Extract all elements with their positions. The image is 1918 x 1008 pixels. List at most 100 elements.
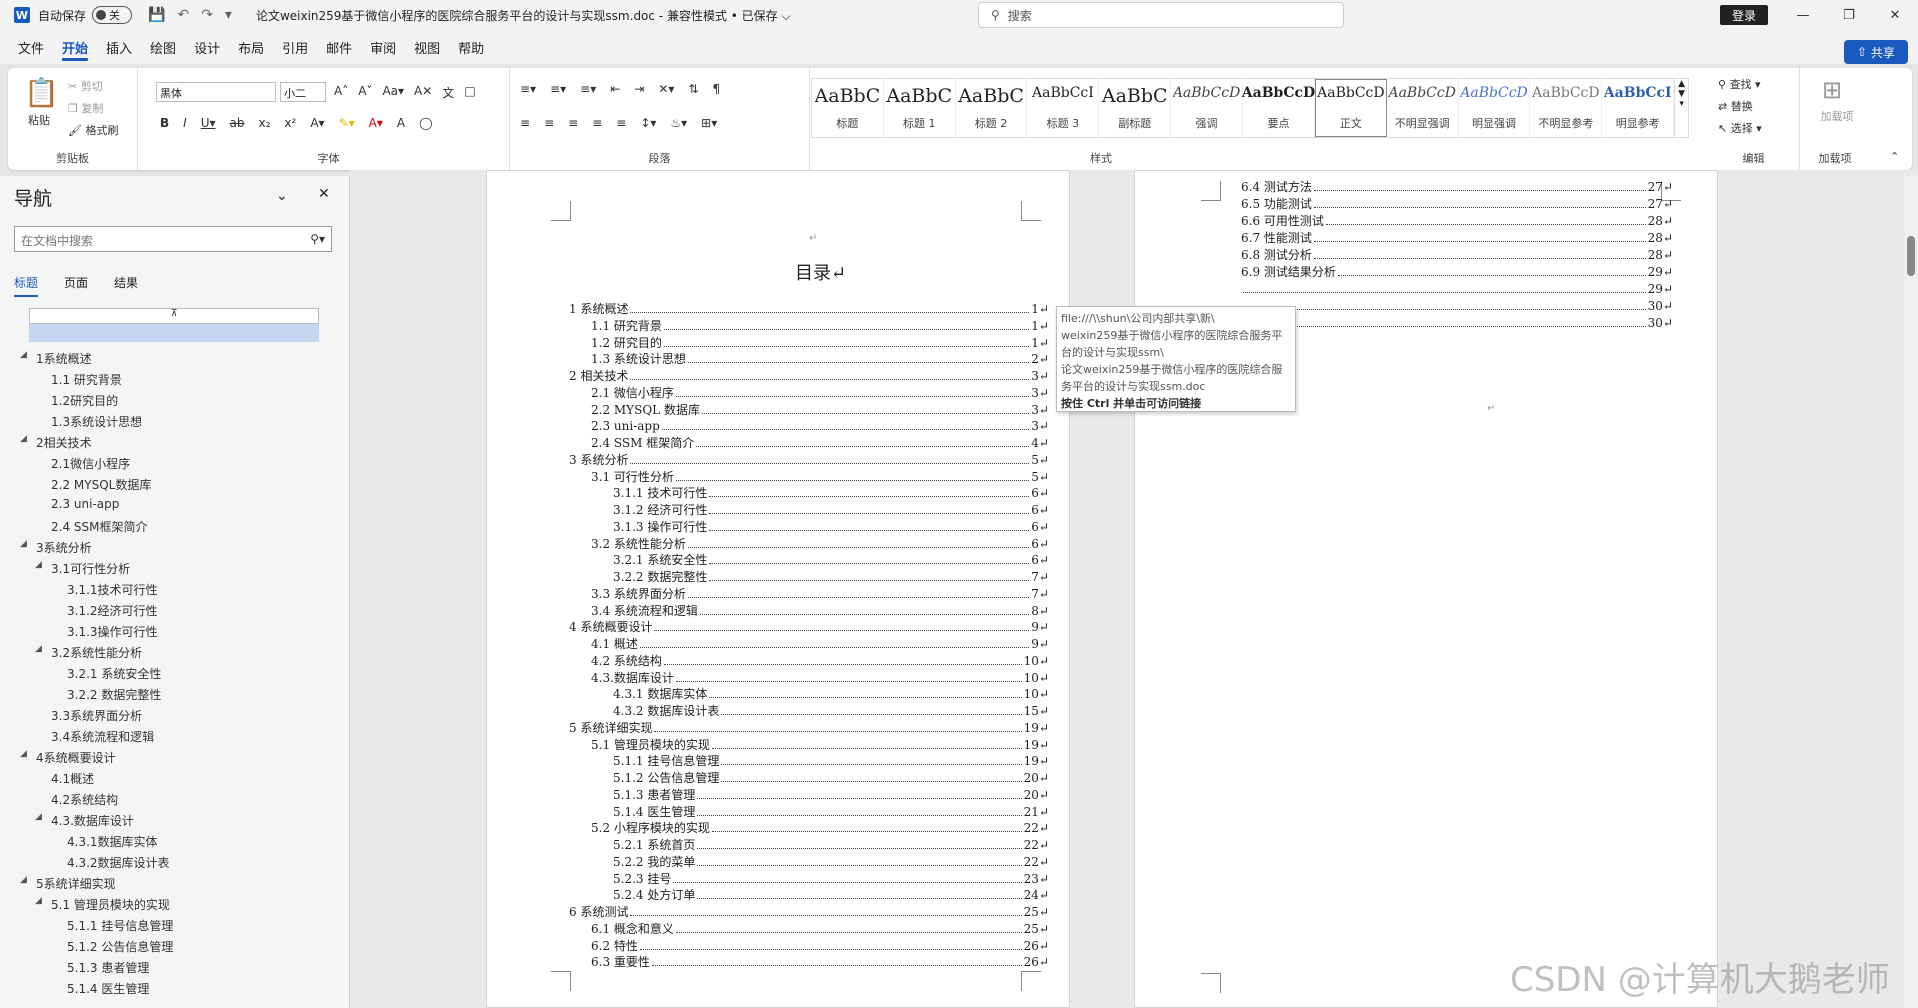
toc-entry[interactable]: 5.2.4 处方订单 24↵ — [613, 887, 1049, 903]
expand-caret-icon[interactable]: ◢ — [20, 875, 27, 885]
enclose-char-icon[interactable]: ◯ — [419, 116, 432, 130]
toc-entry[interactable]: 5 系统详细实现 19↵ — [569, 720, 1049, 736]
undo-icon[interactable]: ↶ — [177, 7, 189, 23]
chinese-layout-icon[interactable]: ✕▾ — [658, 82, 674, 96]
nav-heading-item[interactable]: 2.4 SSM框架简介 — [51, 518, 148, 535]
toc-entry[interactable]: 3.1.3 操作可行性 6↵ — [613, 519, 1049, 535]
toc-entry[interactable]: 4.1 概述 9↵ — [591, 636, 1049, 652]
toc-entry[interactable]: 3.4 系统流程和逻辑 8↵ — [591, 603, 1049, 619]
select-button[interactable]: ↖ 选择 ▾ — [1718, 120, 1762, 136]
justify-icon[interactable]: ≡ — [592, 116, 602, 130]
toc-entry[interactable]: 6.5 功能测试 27↵ — [1241, 196, 1673, 212]
nav-heading-item[interactable]: ◢ 3系统分析 — [20, 539, 92, 556]
vertical-scrollbar[interactable] — [1904, 176, 1918, 1008]
copy-button[interactable]: ❐ 复制 — [68, 100, 103, 116]
nav-heading-item[interactable]: 2.3 uni-app — [51, 497, 119, 511]
nav-heading-item[interactable]: 3.1.2经济可行性 — [67, 602, 158, 619]
multilevel-list-icon[interactable]: ≡▾ — [580, 82, 596, 96]
clear-format-icon[interactable]: A✕ — [414, 84, 432, 101]
font-color-icon[interactable]: A▾ — [369, 116, 383, 130]
toc-entry[interactable]: 6.1 概念和意义 25↵ — [591, 921, 1049, 937]
nav-heading-item[interactable]: ◢ 4.3.数据库设计 — [35, 812, 134, 829]
char-shading-icon[interactable]: A — [397, 116, 405, 130]
superscript-icon[interactable]: x² — [284, 116, 296, 130]
login-button[interactable]: 登录 — [1720, 5, 1768, 25]
toc-entry[interactable]: 5.2.1 系统首页 22↵ — [613, 837, 1049, 853]
toc-entry[interactable]: 4.3.2 数据库设计表 15↵ — [613, 703, 1049, 719]
align-center-icon[interactable]: ≡ — [544, 116, 554, 130]
toc-entry[interactable]: 1.3 系统设计思想 2↵ — [591, 351, 1049, 367]
style-heading-2[interactable]: AaBbC 标题 2 — [956, 79, 1028, 137]
restore-icon[interactable]: ❐ — [1826, 0, 1872, 30]
nav-heading-item[interactable]: 2.1微信小程序 — [51, 455, 130, 472]
text-effects-icon[interactable]: A▾ — [310, 116, 324, 130]
nav-heading-item[interactable]: 4.1概述 — [51, 770, 94, 787]
nav-collapse-icon[interactable]: ⊼ — [29, 308, 319, 324]
highlight-icon[interactable]: ✎▾ — [339, 116, 355, 130]
replace-button[interactable]: ⇄ 替换 — [1718, 98, 1753, 114]
tab-help[interactable]: 帮助 — [458, 32, 484, 63]
style-heading-1[interactable]: AaBbC 标题 1 — [884, 79, 956, 137]
nav-close-icon[interactable]: ✕ — [318, 186, 330, 202]
toc-entry[interactable]: 6.2 特性 26↵ — [591, 938, 1049, 954]
shrink-font-icon[interactable]: A˅ — [358, 84, 372, 101]
chevron-down-icon[interactable]: ▼ — [1675, 89, 1688, 99]
paste-button[interactable]: 粘贴 — [28, 112, 50, 128]
toc-entry[interactable]: 4.3.数据库设计 10↵ — [591, 670, 1049, 686]
toc-entry[interactable]: 6.7 性能测试 28↵ — [1241, 230, 1673, 246]
shading-icon[interactable]: ♨▾ — [670, 116, 687, 130]
toc-entry[interactable]: 2.1 微信小程序 3↵ — [591, 385, 1049, 401]
paste-icon[interactable]: 📋 — [24, 76, 59, 109]
toc-entry[interactable]: 29↵ — [1241, 281, 1673, 297]
expand-caret-icon[interactable]: ◢ — [35, 812, 42, 822]
tab-review[interactable]: 审阅 — [370, 32, 396, 63]
toc-entry[interactable]: 2.4 SSM 框架简介 4↵ — [591, 435, 1049, 451]
tab-design[interactable]: 设计 — [194, 32, 220, 63]
minimize-icon[interactable]: — — [1780, 0, 1826, 30]
style-subtitle[interactable]: AaBbC 副标题 — [1099, 79, 1172, 137]
nav-heading-item[interactable]: 5.1.4 医生管理 — [67, 980, 149, 997]
tab-home[interactable]: 开始 — [62, 32, 89, 63]
tab-draw[interactable]: 绘图 — [150, 32, 176, 63]
toc-entry[interactable]: 3.1.1 技术可行性 6↵ — [613, 485, 1049, 501]
styles-scroll[interactable]: ▲ ▼ ▾ — [1674, 79, 1688, 137]
scrollbar-thumb[interactable] — [1907, 236, 1915, 276]
increase-indent-icon[interactable]: ⇥ — [634, 82, 644, 96]
toc-entry[interactable]: 3.2.1 系统安全性 6↵ — [613, 552, 1049, 568]
borders-icon[interactable]: ⊞▾ — [701, 116, 717, 130]
style-subtle-reference[interactable]: AaBbCcD 不明显参考 — [1530, 79, 1603, 137]
toc-entry[interactable]: 4.2 系统结构 10↵ — [591, 653, 1049, 669]
redo-icon[interactable]: ↷ — [201, 7, 213, 23]
toc-entry[interactable]: 5.1.1 挂号信息管理 19↵ — [613, 753, 1049, 769]
font-name-combo[interactable]: 黑体 — [156, 82, 276, 102]
toc-entry[interactable]: 6.3 重要性 26↵ — [591, 954, 1049, 970]
toc-entry[interactable]: 3.1.2 经济可行性 6↵ — [613, 502, 1049, 518]
nav-tab-results[interactable]: 结果 — [114, 274, 138, 297]
underline-icon[interactable]: U▾ — [201, 116, 216, 130]
nav-options-icon[interactable]: ⌄ — [276, 188, 288, 204]
toc-entry[interactable]: 1 系统概述 1↵ — [569, 301, 1049, 317]
collapse-ribbon-icon[interactable]: ⌃ — [1890, 150, 1899, 163]
bold-icon[interactable]: B — [160, 116, 169, 130]
toc-entry[interactable]: 3.2.2 数据完整性 7↵ — [613, 569, 1049, 585]
cut-button[interactable]: ✂ 剪切 — [68, 78, 103, 94]
italic-icon[interactable]: I — [183, 116, 187, 130]
sort-icon[interactable]: ⇅ — [688, 82, 698, 96]
show-marks-icon[interactable]: ¶ — [713, 82, 721, 96]
font-size-combo[interactable]: 小二 — [280, 82, 326, 102]
style-intense-reference[interactable]: AaBbCcI 明显参考 — [1602, 79, 1675, 137]
nav-heading-item[interactable]: ◢ 4系统概要设计 — [20, 749, 116, 766]
nav-heading-item[interactable]: ◢ 5系统详细实现 — [20, 875, 116, 892]
search-icon[interactable]: ⚲▾ — [310, 232, 325, 246]
numbering-icon[interactable]: ≡▾ — [550, 82, 566, 96]
style-subtle-emphasis[interactable]: AaBbCcD 不明显强调 — [1387, 79, 1459, 137]
nav-heading-item[interactable]: 4.2系统结构 — [51, 791, 118, 808]
nav-heading-item[interactable]: 2.2 MYSQL数据库 — [51, 476, 151, 493]
toc-entry[interactable]: 1.1 研究背景 1↵ — [591, 318, 1049, 334]
nav-heading-item[interactable]: 5.1.1 挂号信息管理 — [67, 917, 173, 934]
toc-entry[interactable]: 2.2 MYSQL 数据库 3↵ — [591, 402, 1049, 418]
bullets-icon[interactable]: ≡▾ — [520, 82, 536, 96]
toc-entry[interactable]: 5.1 管理员模块的实现 19↵ — [591, 737, 1049, 753]
save-icon[interactable]: 💾 — [148, 7, 165, 23]
toc-entry[interactable]: 4.3.1 数据库实体 10↵ — [613, 686, 1049, 702]
